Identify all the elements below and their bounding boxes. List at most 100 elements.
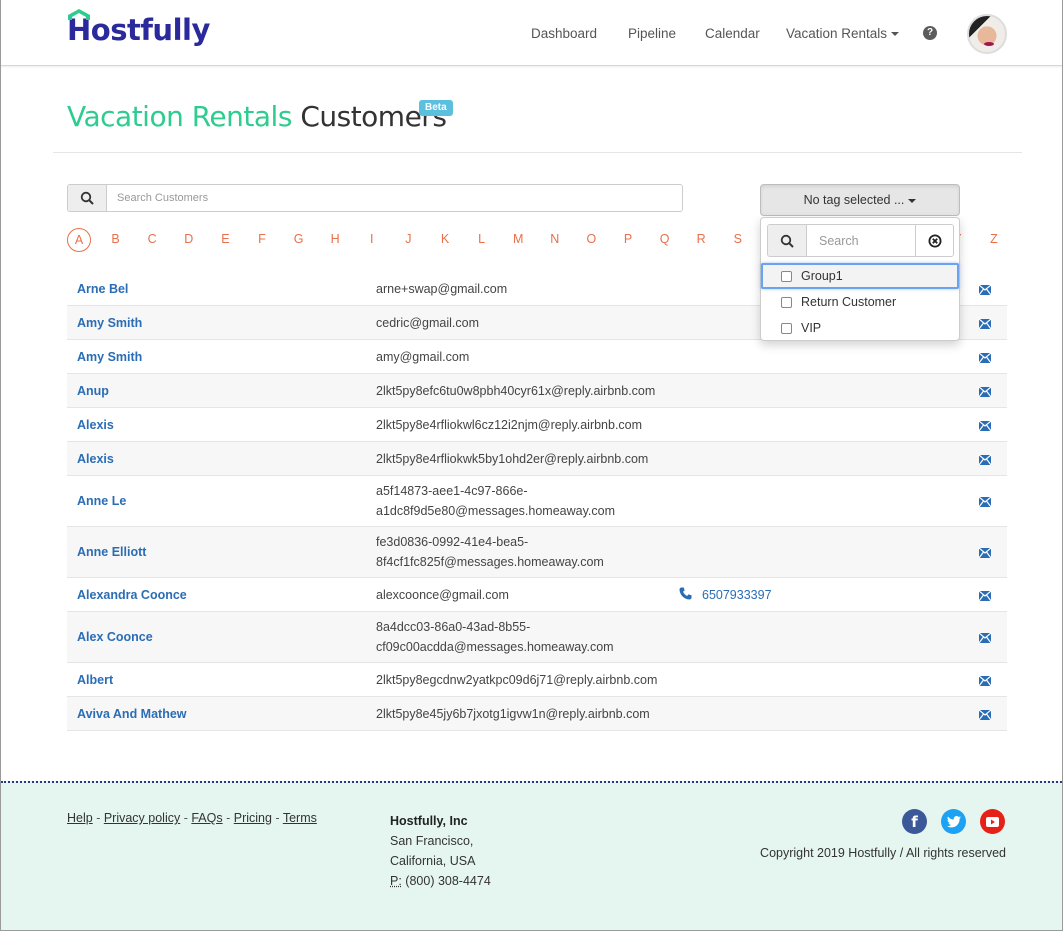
customer-name-link[interactable]: Aviva And Mathew (77, 707, 187, 721)
tag-option-return-customer[interactable]: Return Customer (761, 289, 959, 315)
customer-name-link[interactable]: Anne Le (77, 494, 126, 508)
alphabet-letter-b[interactable]: B (104, 228, 128, 252)
envelope-icon[interactable] (978, 590, 992, 601)
alphabet-letter-m[interactable]: M (506, 228, 530, 252)
nav-dashboard[interactable]: Dashboard (531, 26, 597, 41)
footer-link-help[interactable]: Help (67, 811, 93, 825)
tag-search-input[interactable] (807, 225, 915, 256)
alphabet-letter-c[interactable]: C (140, 228, 164, 252)
alphabet-letter-g[interactable]: G (287, 228, 311, 252)
customer-row: Albert 2lkt5py8egcdnw2yatkpc09d6j71@reply… (67, 663, 1007, 697)
tag-option-group1[interactable]: Group1 (761, 263, 959, 289)
company-phone: P: (800) 308-4474 (390, 871, 491, 891)
brand-logo[interactable]: Hostfully (67, 9, 210, 50)
customer-name-link[interactable]: Alexandra Coonce (77, 588, 187, 602)
envelope-icon[interactable] (978, 709, 992, 720)
customer-row: Alexis 2lkt5py8e4rfliokwl6cz12i2njm@reply… (67, 408, 1007, 442)
company-name: Hostfully, Inc (390, 814, 468, 828)
customer-search (67, 184, 683, 212)
search-customers-input[interactable] (107, 185, 682, 211)
tag-option-label: Return Customer (801, 295, 897, 309)
footer-link-terms[interactable]: Terms (283, 811, 317, 825)
customer-name-link[interactable]: Amy Smith (77, 316, 142, 330)
envelope-icon[interactable] (978, 632, 992, 644)
footer-link-pricing[interactable]: Pricing (234, 811, 272, 825)
tag-filter-menu: Group1 Return Customer VIP (760, 217, 960, 341)
tag-filter-button[interactable]: No tag selected ... (760, 184, 960, 216)
customer-email: 2lkt5py8efc6tu0w8pbh40cyr61x@reply.airbn… (376, 381, 655, 401)
alphabet-letter-e[interactable]: E (213, 228, 237, 252)
alphabet-letter-j[interactable]: J (396, 228, 420, 252)
customer-phone-link[interactable]: 6507933397 (679, 587, 772, 603)
envelope-icon[interactable] (978, 318, 992, 329)
alphabet-letter-l[interactable]: L (470, 228, 494, 252)
question-circle-icon[interactable]: ? (923, 26, 937, 40)
customer-email-line: 2lkt5py8egcdnw2yatkpc09d6j71@reply.airbn… (376, 672, 658, 687)
customer-email-line: 8f4cf1fc825f@messages.homeaway.com (376, 555, 604, 569)
avatar-detail (984, 42, 994, 46)
company-region: California, USA (390, 854, 476, 868)
facebook-icon[interactable]: f (902, 809, 927, 834)
twitter-icon[interactable] (941, 809, 966, 834)
alphabet-letter-q[interactable]: Q (653, 228, 677, 252)
envelope-icon[interactable] (978, 352, 992, 363)
chevron-down-icon (908, 198, 917, 203)
youtube-icon[interactable] (980, 809, 1005, 834)
alphabet-letter-o[interactable]: O (579, 228, 603, 252)
tag-checkbox[interactable] (781, 322, 792, 334)
alphabet-letter-f[interactable]: F (250, 228, 274, 252)
footer: Help - Privacy policy - FAQs - Pricing -… (1, 781, 1062, 930)
alphabet-letter-r[interactable]: R (689, 228, 713, 252)
alphabet-letter-z[interactable]: Z (982, 228, 1006, 252)
customer-phone-number: 6507933397 (702, 587, 772, 602)
envelope-icon[interactable] (978, 454, 992, 465)
customer-name-link[interactable]: Anup (77, 384, 109, 398)
alphabet-letter-h[interactable]: H (323, 228, 347, 252)
company-city: San Francisco, (390, 834, 474, 848)
envelope-icon[interactable] (978, 386, 992, 397)
footer-link-separator: - (92, 811, 104, 825)
nav-vacation-rentals[interactable]: Vacation Rentals (786, 26, 900, 41)
clear-search-icon[interactable] (915, 225, 953, 256)
customer-email: arne+swap@gmail.com (376, 279, 507, 299)
search-icon[interactable] (68, 185, 107, 211)
customer-name-link[interactable]: Albert (77, 673, 113, 687)
alphabet-letter-k[interactable]: K (433, 228, 457, 252)
envelope-icon[interactable] (978, 420, 992, 431)
alphabet-letter-a[interactable]: A (67, 228, 91, 252)
alphabet-letter-d[interactable]: D (177, 228, 201, 252)
footer-link-faqs[interactable]: FAQs (191, 811, 222, 825)
tag-checkbox[interactable] (781, 296, 792, 308)
user-avatar[interactable] (967, 14, 1007, 54)
customer-row: Alexis 2lkt5py8e4rfliokwk5by1ohd2er@reply… (67, 442, 1007, 476)
nav-pipeline[interactable]: Pipeline (628, 26, 676, 41)
customer-name-link[interactable]: Alex Coonce (77, 630, 153, 644)
alphabet-letter-p[interactable]: P (616, 228, 640, 252)
customer-row: Aviva And Mathew 2lkt5py8e45jy6b7jxotg1ig… (67, 697, 1007, 731)
alphabet-letter-s[interactable]: S (726, 228, 750, 252)
tag-checkbox[interactable] (781, 270, 792, 282)
alphabet-letter-i[interactable]: I (360, 228, 384, 252)
customer-email-line: 2lkt5py8efc6tu0w8pbh40cyr61x@reply.airbn… (376, 383, 656, 398)
footer-link-separator: - (222, 811, 234, 825)
alphabet-letter-n[interactable]: N (543, 228, 567, 252)
tag-option-vip[interactable]: VIP (761, 315, 959, 341)
customer-name-link[interactable]: Arne Bel (77, 282, 128, 296)
customer-email: 2lkt5py8e45jy6b7jxotg1igvw1n@reply.airbn… (376, 704, 650, 724)
customer-email: fe3d0836-0992-41e4-bea5- 8f4cf1fc825f@mes… (376, 532, 604, 572)
customer-email: amy@gmail.com (376, 347, 469, 367)
envelope-icon[interactable] (978, 675, 992, 686)
envelope-icon[interactable] (978, 284, 992, 295)
footer-link-privacy-policy[interactable]: Privacy policy (104, 811, 180, 825)
envelope-icon[interactable] (978, 496, 992, 508)
customer-email-line: a1dc8f9d5e80@messages.homeaway.com (376, 504, 615, 518)
customer-name-link[interactable]: Anne Elliott (77, 545, 146, 559)
top-navbar: Hostfully Dashboard Pipeline Calendar Va… (1, 0, 1062, 66)
customer-name-link[interactable]: Amy Smith (77, 350, 142, 364)
customer-name-link[interactable]: Alexis (77, 418, 114, 432)
envelope-icon[interactable] (978, 547, 992, 559)
page-title-accent: Vacation Rentals (67, 100, 292, 133)
page-frame: Hostfully Dashboard Pipeline Calendar Va… (0, 0, 1063, 931)
customer-name-link[interactable]: Alexis (77, 452, 114, 466)
nav-calendar[interactable]: Calendar (705, 26, 760, 41)
